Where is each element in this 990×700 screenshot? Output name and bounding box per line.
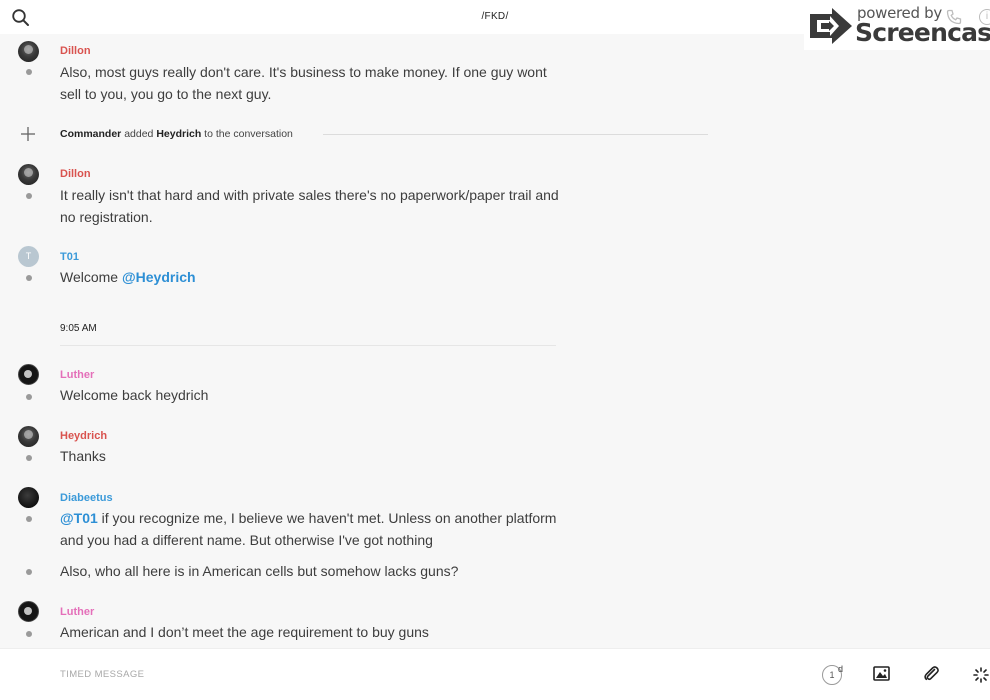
message-status-dot <box>26 569 32 575</box>
message-text: It really isn't that hard and with priva… <box>60 187 559 225</box>
message-sender[interactable]: Diabeetus <box>60 492 113 504</box>
message-status-dot <box>26 631 32 637</box>
message-status-dot <box>26 193 32 199</box>
timer-unit: d <box>838 664 844 674</box>
divider <box>60 345 556 346</box>
message-text: Welcome back heydrich <box>60 387 209 403</box>
message-sender[interactable]: Heydrich <box>60 430 107 442</box>
system-actor[interactable]: Commander <box>60 128 121 140</box>
message-text: American and I don’t meet the age requir… <box>60 624 429 640</box>
avatar[interactable] <box>18 364 39 385</box>
message-sender[interactable]: T01 <box>60 251 79 263</box>
divider <box>323 134 708 135</box>
plus-icon <box>20 126 36 142</box>
phone-icon[interactable] <box>946 9 962 30</box>
message-text: Also, who all here is in American cells … <box>60 563 459 579</box>
message-text-prefix: Welcome <box>60 269 119 285</box>
timer-value: 1 <box>829 670 835 680</box>
message-sender[interactable]: Luther <box>60 369 94 381</box>
avatar[interactable] <box>18 426 39 447</box>
message-text: Welcome @Heydrich <box>60 267 560 289</box>
message-status-dot <box>26 455 32 461</box>
message-composer: 1 d <box>0 648 990 700</box>
image-icon[interactable] <box>873 666 890 686</box>
message-text: @T01 if you recognize me, I believe we h… <box>60 508 560 551</box>
message-sender[interactable]: Dillon <box>60 168 91 180</box>
system-target[interactable]: Heydrich <box>156 128 201 140</box>
mention-link[interactable]: @Heydrich <box>122 269 196 285</box>
message-status-dot <box>26 516 32 522</box>
avatar[interactable] <box>18 601 39 622</box>
message-text: Also, most guys really don't care. It's … <box>60 64 547 102</box>
avatar[interactable] <box>18 164 39 185</box>
message-list: Dillon Also, most guys really don't care… <box>0 34 990 648</box>
system-event: Commander added Heydrich to the conversa… <box>60 128 293 140</box>
info-icon[interactable]: i <box>979 9 990 25</box>
spinner-icon[interactable] <box>973 667 989 688</box>
message-input[interactable] <box>60 663 700 685</box>
message-status-dot <box>26 69 32 75</box>
message-sender[interactable]: Dillon <box>60 45 91 57</box>
system-suffix: to the conversation <box>204 128 293 140</box>
message-status-dot <box>26 275 32 281</box>
message-body: if you recognize me, I believe we haven'… <box>60 510 557 548</box>
system-action: added <box>124 128 154 140</box>
paperclip-icon[interactable] <box>923 665 940 687</box>
avatar[interactable]: T <box>18 246 39 267</box>
avatar[interactable] <box>18 487 39 508</box>
timestamp: 9:05 AM <box>60 323 97 334</box>
mention-link[interactable]: @T01 <box>60 510 98 526</box>
message-text: Thanks <box>60 448 106 464</box>
message-status-dot <box>26 394 32 400</box>
message-sender[interactable]: Luther <box>60 606 94 618</box>
avatar[interactable] <box>18 41 39 62</box>
